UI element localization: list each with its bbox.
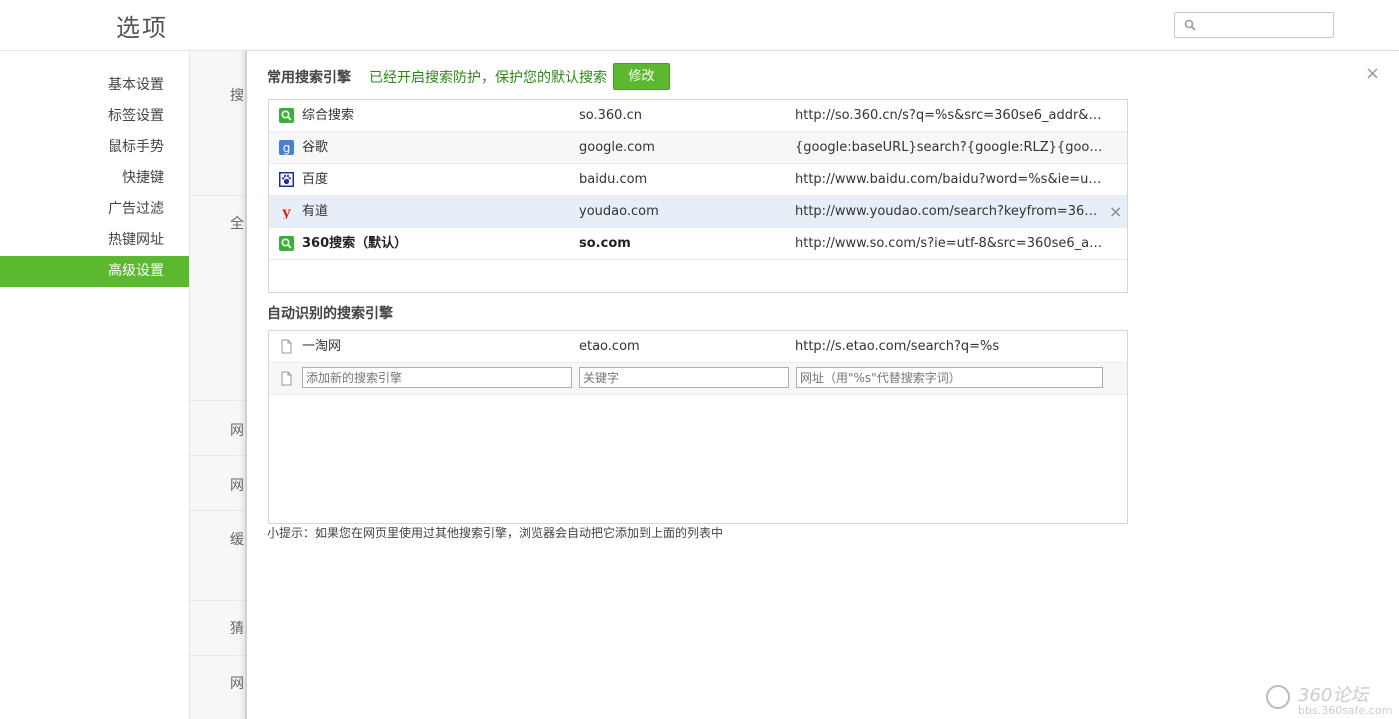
divider (190, 655, 246, 656)
engine-url: http://so.360.cn/s?q=%s&src=360se6_addr&… (795, 108, 1105, 123)
background-section-label: 缓 (230, 532, 244, 548)
engine-row[interactable]: g 谷歌 google.com {google:baseURL}search?{… (269, 132, 1127, 164)
google-icon: g (279, 140, 294, 155)
new-engine-name-input[interactable] (302, 367, 572, 388)
background-section-label: 网 (230, 676, 244, 692)
protection-status: 已经开启搜索防护，保护您的默认搜索 (369, 70, 607, 86)
search-engine-dialog: × 常用搜索引擎 已经开启搜索防护，保护您的默认搜索 修改 综合搜索 so.36… (245, 51, 1399, 719)
divider (190, 455, 246, 456)
svg-text:360论坛: 360论坛 (1298, 685, 1370, 706)
sidebar-item-label: 高级设置 (108, 263, 164, 279)
sidebar-item-mouse-gesture[interactable]: 鼠标手势 (108, 132, 164, 163)
divider (190, 195, 246, 196)
search-box[interactable] (1174, 12, 1334, 38)
auto-engines-title: 自动识别的搜索引擎 (267, 306, 393, 322)
sidebar-item-hotkey-urls[interactable]: 热键网址 (108, 225, 164, 256)
baidu-icon (279, 172, 294, 187)
close-icon[interactable]: × (1365, 63, 1380, 84)
engine-url: http://www.youdao.com/search?keyfrom=360… (795, 204, 1105, 219)
engine-keyword: baidu.com (579, 172, 648, 187)
sidebar-item-tabs[interactable]: 标签设置 (108, 101, 164, 132)
new-engine-keyword-input[interactable] (579, 367, 789, 388)
sidebar-item-advanced[interactable]: 高级设置 (0, 256, 189, 287)
search-icon (1184, 19, 1196, 31)
engine-name: 360搜索（默认） (302, 236, 408, 251)
page-icon (281, 371, 292, 386)
divider (190, 400, 246, 401)
engine-keyword: etao.com (579, 339, 640, 354)
auto-engines-table: 一淘网 etao.com http://s.etao.com/search?q=… (268, 330, 1128, 524)
modify-button[interactable]: 修改 (613, 63, 670, 90)
engine-name: 一淘网 (302, 339, 342, 354)
sidebar-item-basic[interactable]: 基本设置 (108, 70, 164, 101)
engine-keyword: google.com (579, 140, 655, 155)
divider (190, 600, 246, 601)
engine-row[interactable]: y 有道 youdao.com http://www.youdao.com/se… (269, 196, 1127, 228)
page-icon (281, 339, 292, 354)
background-section-label: 搜 (230, 88, 244, 104)
new-engine-row (269, 363, 1127, 395)
engine-name: 综合搜索 (302, 108, 355, 123)
engine-keyword: so.com (579, 236, 631, 251)
engine-row-default[interactable]: 360搜索（默认） so.com http://www.so.com/s?ie=… (269, 228, 1127, 260)
engine-url: http://s.etao.com/search?q=%s (795, 339, 1000, 354)
tip-text: 小提示：如果您在网页里使用过其他搜索引擎，浏览器会自动把它添加到上面的列表中 (267, 526, 724, 540)
engine-keyword: youdao.com (579, 204, 659, 219)
svg-text:y: y (281, 205, 291, 219)
engine-name: 谷歌 (302, 140, 329, 155)
svg-text:bbs.360safe.com: bbs.360safe.com (1298, 704, 1392, 717)
common-engines-table: 综合搜索 so.360.cn http://so.360.cn/s?q=%s&s… (268, 99, 1128, 293)
engine-keyword: so.360.cn (579, 108, 642, 123)
common-engines-title: 常用搜索引擎 (267, 70, 351, 86)
engine-url: {google:baseURL}search?{google:RLZ}{goog… (795, 140, 1105, 155)
forum-watermark: 360论坛 bbs.360safe.com (1266, 685, 1392, 717)
background-section-label: 全 (230, 216, 244, 232)
sidebar-item-ad-filter[interactable]: 广告过滤 (108, 194, 164, 225)
background-section-label: 猜 (230, 621, 244, 637)
360-search-icon (279, 108, 294, 123)
background-section-label: 网 (230, 423, 244, 439)
background-section-label: 网 (230, 478, 244, 494)
delete-icon[interactable]: × (1109, 202, 1122, 221)
header: 选项 (0, 0, 1399, 51)
youdao-icon: y (281, 205, 291, 219)
engine-row[interactable]: 百度 baidu.com http://www.baidu.com/baidu?… (269, 164, 1127, 196)
divider (190, 510, 246, 511)
engine-url: http://www.so.com/s?ie=utf-8&src=360se6_… (795, 236, 1105, 251)
search-input[interactable] (1201, 15, 1331, 35)
svg-text:g: g (283, 141, 291, 155)
engine-name: 百度 (302, 172, 329, 187)
new-engine-url-input[interactable] (796, 367, 1103, 388)
360-search-icon (279, 236, 294, 251)
sidebar: 基本设置 标签设置 鼠标手势 快捷键 广告过滤 热键网址 高级设置 (0, 51, 190, 719)
engine-name: 有道 (302, 204, 329, 219)
page-title: 选项 (116, 14, 168, 42)
engine-row[interactable]: 一淘网 etao.com http://s.etao.com/search?q=… (269, 331, 1127, 363)
engine-row[interactable]: 综合搜索 so.360.cn http://so.360.cn/s?q=%s&s… (269, 100, 1127, 132)
sidebar-item-shortcuts[interactable]: 快捷键 (122, 163, 164, 194)
engine-url: http://www.baidu.com/baidu?word=%s&ie=ut… (795, 172, 1105, 187)
